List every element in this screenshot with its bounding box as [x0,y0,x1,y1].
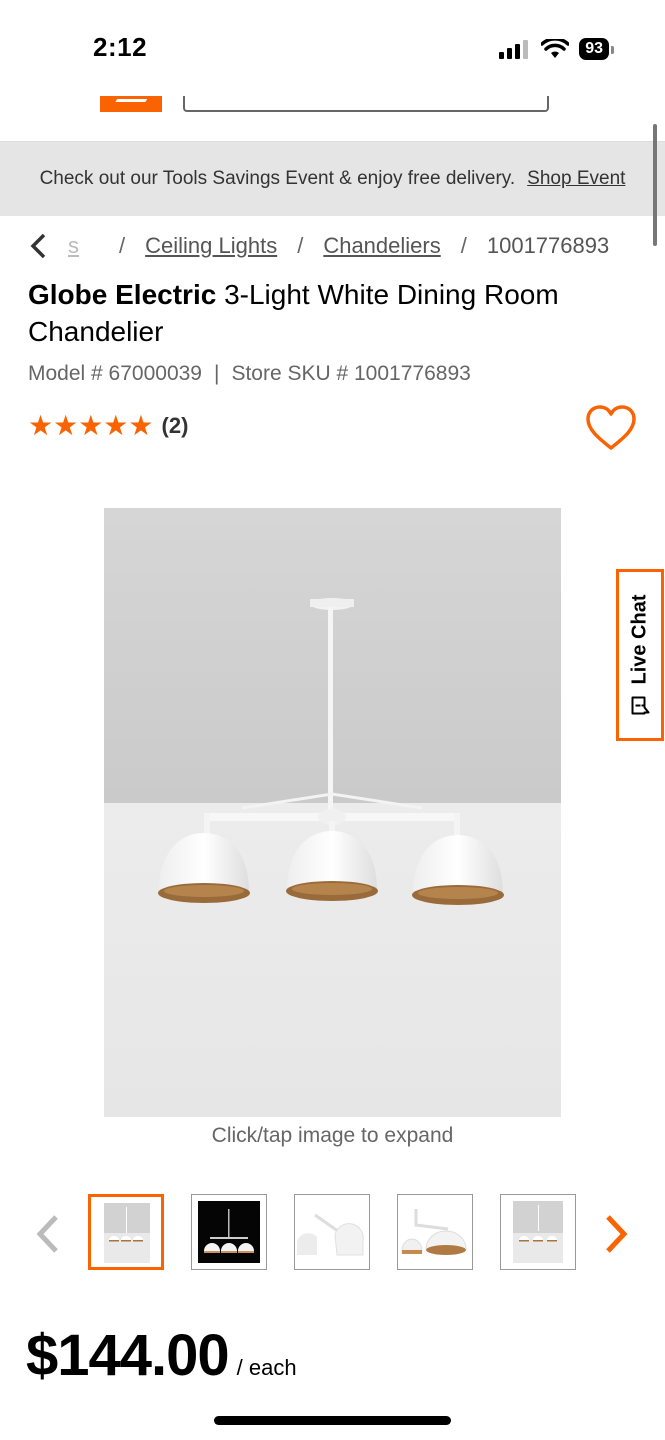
breadcrumb-item-faded[interactable]: s [68,233,79,259]
thumbnail-4[interactable] [397,1194,473,1270]
breadcrumb-current: 1001776893 [486,233,610,258]
chat-icon [631,696,649,715]
product-ids: Model # 67000039 | Store SKU # 1001776893 [28,362,471,386]
search-input[interactable] [183,96,549,112]
product-image[interactable] [104,508,561,1117]
breadcrumb-separator: / [460,233,467,258]
thumbnail-3[interactable] [294,1194,370,1270]
chevron-left-icon[interactable] [34,1214,60,1254]
status-time: 2:12 [93,32,148,62]
home-indicator[interactable] [214,1416,451,1425]
breadcrumb-separator: / [119,233,126,258]
product-title: Globe Electric 3-Light White Dining Room… [28,276,648,350]
promo-text: Check out our Tools Savings Event & enjo… [39,168,516,189]
image-caption: Click/tap image to expand [211,1124,454,1147]
breadcrumb-item-chandeliers[interactable]: Chandeliers [323,233,440,259]
price: $144.00 / each [26,1322,297,1389]
thumbnail-2[interactable] [191,1194,267,1270]
ids-separator: | [213,362,220,385]
price-value: $144.00 [26,1323,230,1388]
battery-icon: 93 [579,38,614,60]
star-rating-icon: ★★★★★ [28,410,154,441]
chevron-right-icon[interactable] [604,1214,630,1254]
breadcrumb-item-ceiling-lights[interactable]: Ceiling Lights [145,233,277,259]
rating-count[interactable]: (2) [162,413,189,439]
thumbnail-1[interactable] [88,1194,164,1270]
product-brand[interactable]: Globe Electric [28,279,216,310]
scrollbar[interactable] [653,124,657,246]
store-sku: Store SKU # 1001776893 [231,362,471,385]
site-header [0,96,665,142]
signal-icon [499,40,529,59]
shop-event-link[interactable]: Shop Event [527,168,625,190]
live-chat-inner: Live Chat [629,594,652,716]
price-unit: / each [236,1355,297,1380]
status-icons: 93 [499,38,614,60]
breadcrumb: s / Ceiling Lights / Chandeliers / 10017… [28,228,609,264]
heart-icon[interactable] [585,404,637,452]
live-chat-button[interactable]: Live Chat [616,569,664,741]
model-number: Model # 67000039 [28,362,202,385]
thumbnail-carousel [0,1192,665,1270]
back-chevron-icon[interactable] [28,232,48,260]
wifi-icon [541,39,570,58]
status-bar: 2:12 93 [0,0,665,96]
breadcrumb-separator: / [297,233,304,258]
promo-banner: Check out our Tools Savings Event & enjo… [0,142,665,216]
thumbnail-5[interactable] [500,1194,576,1270]
rating[interactable]: ★★★★★ (2) [28,412,188,440]
live-chat-label: Live Chat [628,593,651,685]
store-logo[interactable] [100,96,162,112]
